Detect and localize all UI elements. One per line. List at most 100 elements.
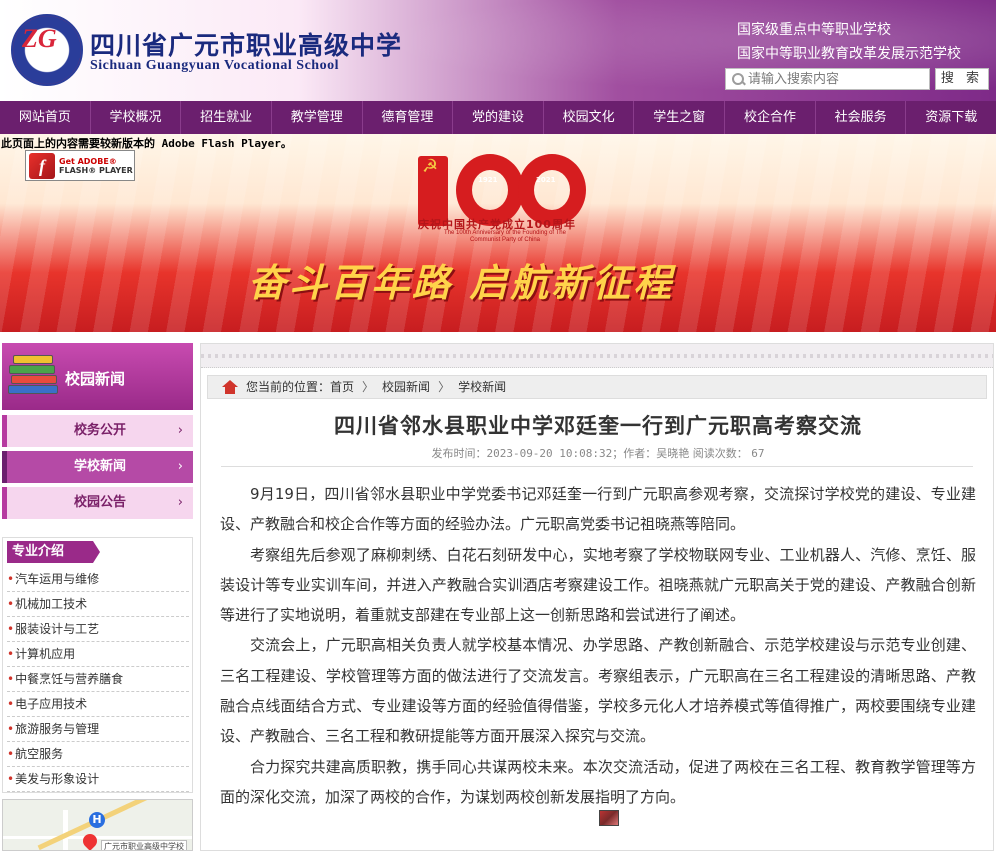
nav-item-enterprise[interactable]: 校企合作 — [725, 101, 816, 134]
bullet-icon: • — [7, 672, 15, 686]
views-label: 阅读次数： — [692, 447, 748, 460]
bullet-icon: • — [7, 697, 15, 711]
bullet-icon: • — [7, 747, 15, 761]
article-meta: 发布时间：2023-09-20 10:08:32；作者：吴晓艳 阅读次数： 67 — [201, 445, 995, 461]
location-map[interactable]: H 广元市职业高级中学校 — [2, 799, 193, 851]
sidebar-title: 校园新闻 — [65, 370, 126, 388]
breadcrumb-separator: 〉 — [362, 380, 375, 394]
published-time: 2023-09-20 10:08:32 — [486, 447, 613, 460]
major-label: 服装设计与工艺 — [15, 622, 100, 636]
major-label: 电子应用技术 — [15, 697, 88, 711]
map-road — [3, 836, 192, 839]
sidebar-item-label: 校园公告 — [73, 495, 126, 510]
nav-item-party-building[interactable]: 党的建设 — [453, 101, 544, 134]
sidebar-item-notices[interactable]: 校园公告 › — [2, 487, 193, 519]
major-label: 汽车运用与维修 — [15, 572, 100, 586]
banner: 此页面上的内容需要较新版本的 Adobe Flash Player。 f Get… — [0, 134, 996, 332]
logo-monogram: ZG — [22, 24, 57, 53]
author-label: ；作者： — [612, 447, 657, 460]
flash-badge-line1: Get ADOBE® — [59, 156, 117, 166]
year-start: 1921 — [478, 176, 498, 184]
majors-title: 专业介绍 — [7, 541, 100, 563]
published-label: 发布时间： — [431, 447, 487, 460]
nav-item-about[interactable]: 学校概况 — [91, 101, 182, 134]
home-icon — [222, 380, 238, 394]
flash-badge-text: Get ADOBE® FLASH® PLAYER — [59, 157, 133, 175]
list-item[interactable]: •航空服务 — [7, 742, 189, 767]
sidebar-item-label: 校务公开 — [73, 423, 126, 438]
breadcrumb-separator: 〉 — [438, 380, 451, 394]
major-label: 航空服务 — [15, 747, 64, 761]
article-paragraph: 考察组先后参观了麻柳刺绣、白花石刻研发中心，实地考察了学校物联网专业、工业机器人… — [220, 545, 976, 625]
author-name: 吴晓艳 — [656, 447, 690, 460]
flash-logo-icon: f — [29, 152, 55, 179]
list-item[interactable]: •汽车运用与维修 — [7, 567, 189, 592]
sidebar-item-label: 学校新闻 — [73, 459, 126, 474]
chevron-right-icon: › — [177, 423, 183, 438]
list-item[interactable]: •服装设计与工艺 — [7, 617, 189, 642]
views-count: 67 — [751, 447, 765, 460]
search-button[interactable]: 搜 索 — [935, 68, 989, 90]
major-label: 美发与形象设计 — [15, 772, 100, 786]
article-title: 四川省邻水县职业中学邓廷奎一行到广元职高考察交流 — [334, 413, 862, 438]
breadcrumb-campus-news[interactable]: 校园新闻 — [382, 380, 430, 394]
article-paragraph: 合力探究共建高质职教，携手同心共谋两校未来。本次交流活动，促进了两校在三名工程、… — [220, 757, 976, 806]
sidebar-item-affairs[interactable]: 校务公开 › — [2, 415, 193, 447]
major-label: 机械加工技术 — [15, 597, 88, 611]
banner-slogan: 奋斗百年路 启航新征程 — [248, 260, 675, 305]
tagline-2: 国家中等职业教育改革发展示范学校 — [737, 46, 961, 62]
list-item[interactable]: •电子应用技术 — [7, 692, 189, 717]
article-panel: 您当前的位置：首页〉校园新闻〉学校新闻 四川省邻水县职业中学邓廷奎一行到广元职高… — [200, 343, 994, 851]
majors-panel: 专业介绍 •汽车运用与维修 •机械加工技术 •服装设计与工艺 •计算机应用 •中… — [2, 537, 193, 793]
hospital-marker-icon: H — [89, 812, 105, 828]
major-label: 中餐烹饪与营养膳食 — [15, 672, 124, 686]
bullet-icon: • — [7, 622, 15, 636]
school-name-cn[interactable]: 四川省广元市职业高级中学 — [90, 26, 402, 62]
list-item[interactable]: •计算机应用 — [7, 642, 189, 667]
nav-item-campus-culture[interactable]: 校园文化 — [544, 101, 635, 134]
nav-item-moral-education[interactable]: 德育管理 — [363, 101, 454, 134]
list-item[interactable]: •旅游服务与管理 — [7, 717, 189, 742]
breadcrumb-school-news[interactable]: 学校新闻 — [458, 380, 506, 394]
nav-item-admissions[interactable]: 招生就业 — [181, 101, 272, 134]
flash-required-message: 此页面上的内容需要较新版本的 Adobe Flash Player。 — [1, 137, 292, 150]
search-box — [725, 68, 930, 90]
breadcrumb-home[interactable]: 首页 — [330, 380, 354, 394]
list-item[interactable]: •中餐烹饪与营养膳食 — [7, 667, 189, 692]
nav-item-home[interactable]: 网站首页 — [0, 101, 91, 134]
site-header: ZG 四川省广元市职业高级中学 Sichuan Guangyuan Vocati… — [0, 0, 996, 101]
map-label: 广元市职业高级中学校 — [101, 840, 187, 850]
major-label: 计算机应用 — [15, 647, 76, 661]
anniversary-text-en: The 100th Anniversary of the Founding of… — [444, 230, 566, 243]
nav-item-downloads[interactable]: 资源下载 — [906, 101, 996, 134]
get-flash-player-button[interactable]: f Get ADOBE® FLASH® PLAYER — [25, 150, 135, 181]
tagline-1: 国家级重点中等职业学校 — [737, 22, 891, 38]
majors-list: •汽车运用与维修 •机械加工技术 •服装设计与工艺 •计算机应用 •中餐烹饪与营… — [7, 567, 189, 792]
search-icon — [726, 69, 748, 89]
divider — [221, 466, 973, 467]
article-paragraph: 9月19日，四川省邻水县职业中学党委书记邓廷奎一行到广元职高参观考察，交流探讨学… — [220, 485, 976, 534]
nav-item-teaching[interactable]: 教学管理 — [272, 101, 363, 134]
article-image-thumbnail[interactable] — [599, 810, 619, 826]
search-input[interactable] — [748, 69, 928, 89]
list-item[interactable]: •美发与形象设计 — [7, 767, 189, 792]
flash-badge-line2: FLASH® PLAYER — [59, 165, 133, 175]
breadcrumb-prefix: 您当前的位置： — [246, 380, 331, 394]
bullet-icon: • — [7, 722, 15, 736]
breadcrumb: 您当前的位置：首页〉校园新闻〉学校新闻 — [207, 375, 987, 399]
sidebar-item-school-news[interactable]: 学校新闻 › — [2, 451, 193, 483]
major-label: 旅游服务与管理 — [15, 722, 100, 736]
sidebar: 校园新闻 校务公开 › 学校新闻 › 校园公告 › — [2, 343, 193, 519]
year-end: 2021 — [536, 176, 556, 184]
nav-item-students[interactable]: 学生之窗 — [634, 101, 726, 134]
list-item[interactable]: •机械加工技术 — [7, 592, 189, 617]
bullet-icon: • — [7, 772, 15, 786]
sidebar-header: 校园新闻 — [2, 343, 193, 410]
nav-item-social-service[interactable]: 社会服务 — [816, 101, 907, 134]
main-nav: 网站首页 学校概况 招生就业 教学管理 德育管理 党的建设 校园文化 学生之窗 … — [0, 101, 996, 134]
chevron-right-icon: › — [177, 495, 183, 510]
bullet-icon: • — [7, 597, 15, 611]
chevron-right-icon: › — [177, 459, 183, 474]
school-name-en: Sichuan Guangyuan Vocational School — [90, 58, 339, 73]
bullet-icon: • — [7, 647, 15, 661]
